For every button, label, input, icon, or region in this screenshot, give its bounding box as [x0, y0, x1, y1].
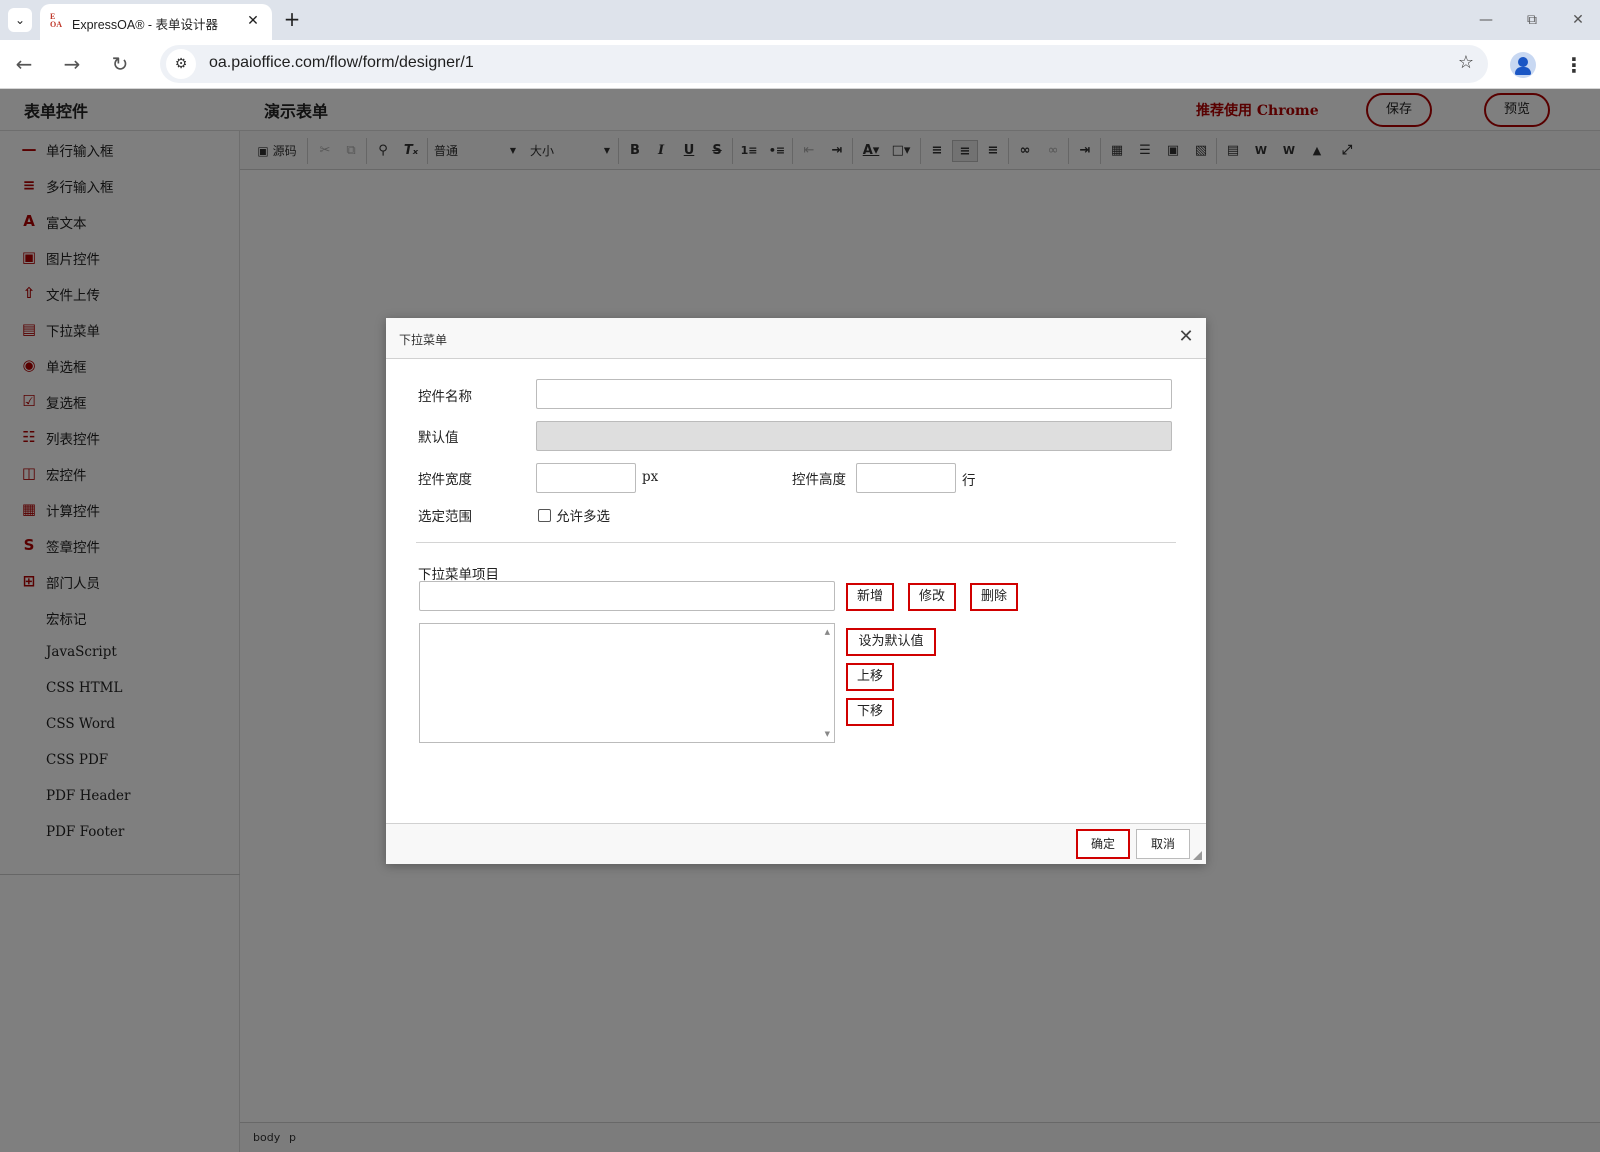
minimize-icon[interactable]: — — [1474, 8, 1498, 32]
cancel-button[interactable]: 取消 — [1136, 829, 1190, 859]
address-bar[interactable]: ⚙ oa.paioffice.com/flow/form/designer/1 … — [160, 45, 1488, 83]
width-unit: px — [642, 469, 659, 485]
kebab-menu-icon[interactable]: ⋮ — [1564, 52, 1584, 78]
resize-handle-icon[interactable] — [1193, 851, 1202, 860]
height-label: 控件高度 — [792, 472, 846, 488]
set-default-button[interactable]: 设为默认值 — [846, 628, 936, 656]
width-input[interactable] — [536, 463, 636, 493]
default-value-label: 默认值 — [418, 430, 459, 446]
browser-tabstrip: ⌄ E OA ExpressOA® - 表单设计器 ✕ + — ⧉ ✕ — [0, 0, 1600, 40]
dialog-divider — [416, 542, 1176, 543]
add-item-button[interactable]: 新增 — [846, 583, 894, 611]
default-value-input — [536, 421, 1172, 451]
window-close-icon[interactable]: ✕ — [1566, 8, 1590, 32]
dialog-header: 下拉菜单 ✕ — [386, 318, 1206, 359]
height-unit: 行 — [962, 473, 976, 489]
close-tab-icon[interactable]: ✕ — [244, 12, 262, 30]
scroll-up-icon[interactable]: ▲ — [825, 628, 830, 636]
items-listbox[interactable]: ▲ ▼ — [419, 623, 835, 743]
move-down-button[interactable]: 下移 — [846, 698, 894, 726]
dialog-close-icon[interactable]: ✕ — [1176, 327, 1196, 347]
allow-multi-label: 允许多选 — [556, 509, 610, 525]
browser-tab[interactable]: E OA ExpressOA® - 表单设计器 ✕ — [40, 4, 272, 40]
tab-title: ExpressOA® - 表单设计器 — [72, 18, 219, 32]
scroll-down-icon[interactable]: ▼ — [825, 730, 830, 738]
move-up-button[interactable]: 上移 — [846, 663, 894, 691]
new-tab-icon[interactable]: + — [280, 8, 304, 32]
range-label: 选定范围 — [418, 509, 472, 525]
allow-multi-checkbox[interactable] — [538, 509, 551, 522]
item-input[interactable] — [419, 581, 835, 611]
site-info-icon[interactable]: ⚙ — [166, 49, 196, 79]
tab-search-chevron-icon[interactable]: ⌄ — [8, 8, 32, 32]
favicon-icon: E OA — [50, 12, 62, 29]
forward-icon[interactable]: → — [58, 50, 86, 78]
control-name-label: 控件名称 — [418, 389, 472, 405]
reload-icon[interactable]: ↻ — [106, 50, 134, 78]
bookmark-star-icon[interactable]: ☆ — [1458, 52, 1474, 73]
dialog-title: 下拉菜单 — [399, 333, 448, 347]
back-icon[interactable]: ← — [10, 50, 38, 78]
browser-toolbar: ← → ↻ ⚙ oa.paioffice.com/flow/form/desig… — [0, 40, 1600, 89]
edit-item-button[interactable]: 修改 — [908, 583, 956, 611]
url-text[interactable]: oa.paioffice.com/flow/form/designer/1 — [209, 54, 474, 72]
dropdown-dialog: 下拉菜单 ✕ 控件名称 默认值 控件宽度 px 控件高度 行 选定范围 允许多选… — [386, 318, 1206, 864]
restore-icon[interactable]: ⧉ — [1520, 8, 1544, 32]
ok-button[interactable]: 确定 — [1076, 829, 1130, 859]
width-label: 控件宽度 — [418, 472, 472, 488]
control-name-input[interactable] — [536, 379, 1172, 409]
height-input[interactable] — [856, 463, 956, 493]
delete-item-button[interactable]: 删除 — [970, 583, 1018, 611]
items-label: 下拉菜单项目 — [418, 567, 499, 583]
profile-avatar-icon[interactable] — [1510, 52, 1536, 78]
dialog-footer: 确定 取消 — [386, 823, 1206, 864]
